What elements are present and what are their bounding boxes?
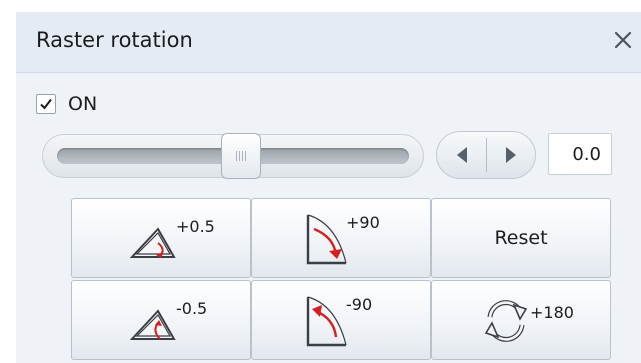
rotate-180-label: +180 [530, 303, 574, 322]
on-toggle-row: ON [36, 90, 97, 118]
rotate-plus-90-button[interactable]: +90 [251, 198, 431, 278]
decrease-button[interactable] [437, 132, 486, 178]
rotate-plus-90-label: +90 [346, 213, 380, 232]
close-button[interactable] [607, 22, 639, 58]
close-icon [614, 31, 632, 49]
rotate-180-icon [484, 300, 528, 342]
nudge-arrows [436, 131, 536, 179]
grip-icon [236, 151, 247, 161]
rotate-minus-half-button[interactable]: -0.5 [71, 280, 251, 360]
rotate-minus-90-label: -90 [346, 295, 373, 314]
triangle-right-icon [505, 147, 516, 163]
on-label: ON [68, 93, 98, 115]
rotation-slider[interactable] [42, 133, 424, 179]
title-bar: Raster rotation [16, 12, 641, 73]
checkmark-icon [40, 98, 52, 110]
on-checkbox[interactable] [36, 94, 56, 114]
reset-button[interactable]: Reset [431, 198, 611, 278]
panel-title: Raster rotation [36, 28, 193, 52]
rotate-plus-half-label: +0.5 [176, 217, 215, 236]
rotate-plus-half-button[interactable]: +0.5 [71, 198, 251, 278]
slider-thumb[interactable] [221, 133, 261, 179]
triangle-left-icon [456, 147, 467, 163]
rotate-180-button[interactable]: +180 [431, 280, 611, 360]
raster-rotation-panel: Raster rotation ON 0.0 +0.5 +90 Reset -0… [16, 12, 641, 363]
increase-button[interactable] [486, 132, 535, 178]
rotate-minus-90-button[interactable]: -90 [251, 280, 431, 360]
reset-label: Reset [494, 227, 548, 249]
rotation-buttons-grid: +0.5 +90 Reset -0.5 -90 +180 [71, 198, 612, 361]
angle-input[interactable]: 0.0 [548, 133, 612, 175]
rotate-minus-half-label: -0.5 [176, 299, 208, 318]
